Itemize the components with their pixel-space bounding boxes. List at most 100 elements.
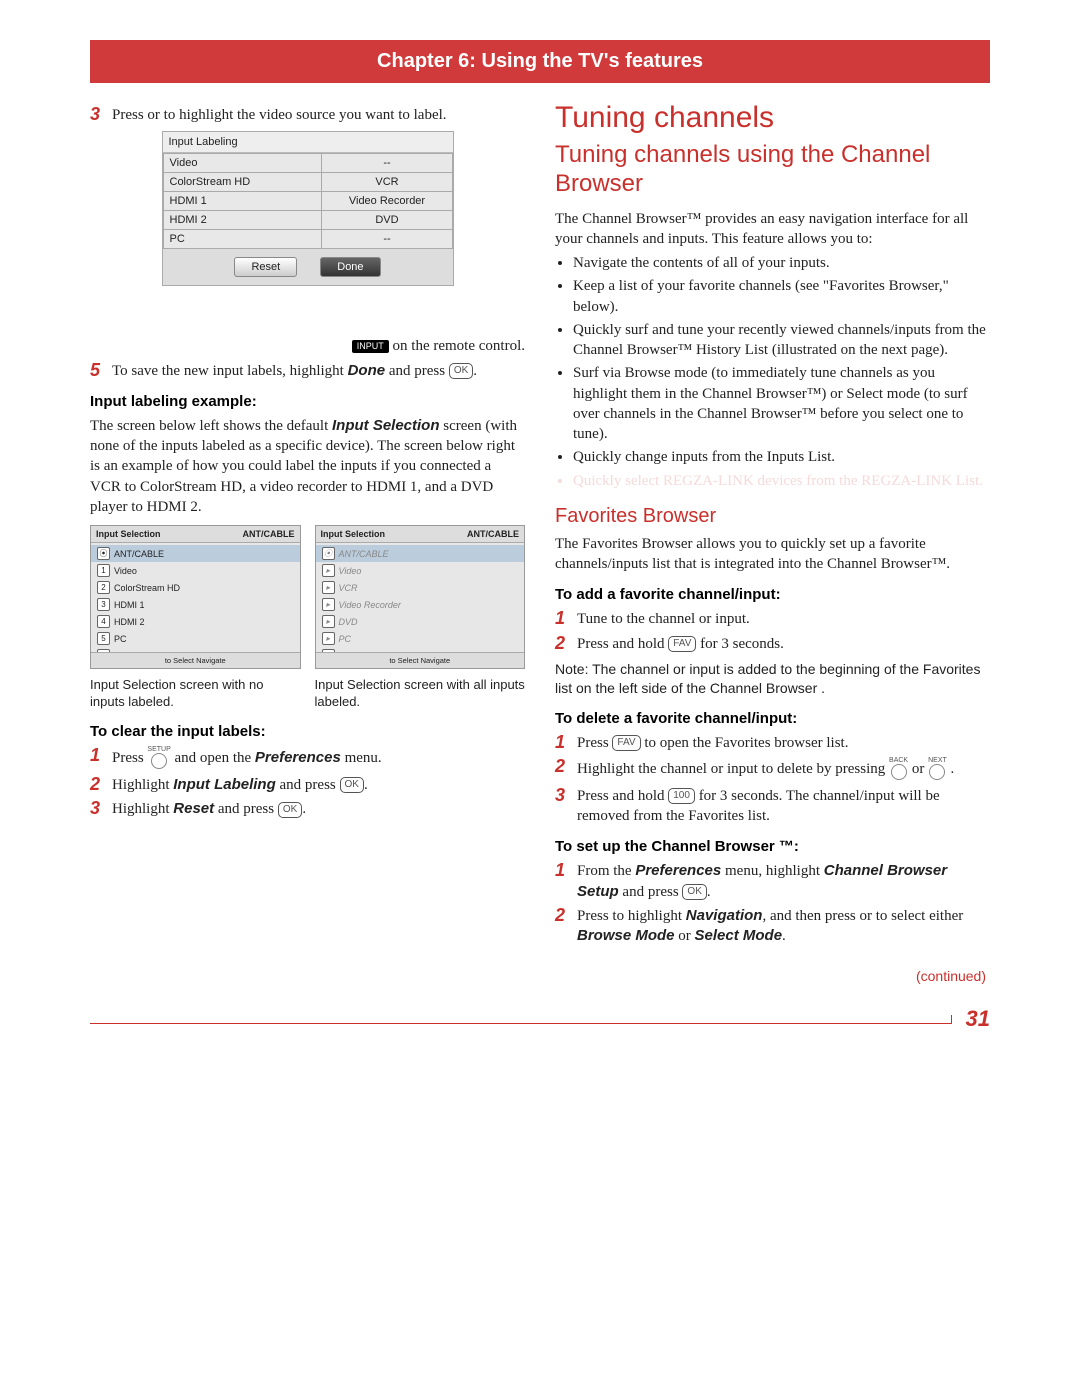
text: Highlight (112, 801, 173, 817)
text: . (782, 928, 786, 944)
input-value: -- (322, 154, 452, 173)
item-label: ColorStream HD (114, 583, 180, 593)
tuning-using-browser-heading: Tuning channels using the Channel Browse… (555, 141, 990, 199)
idx-icon: ▸ (322, 564, 335, 577)
tuning-channels-heading: Tuning channels (555, 101, 990, 135)
paragraph: The Favorites Browser allows you to quic… (555, 534, 990, 575)
item-label: Video Recorder (339, 600, 401, 610)
panel-list: ⦿ANT/CABLE 1Video 2ColorStream HD 3HDMI … (91, 543, 300, 666)
text: and press (385, 363, 449, 379)
item-label: DVD (339, 617, 358, 627)
step-number: 2 (555, 757, 577, 777)
dialog-row: ColorStream HDVCR (163, 173, 452, 192)
text: Highlight (112, 777, 173, 793)
input-value: DVD (322, 211, 452, 230)
columns: 3 Press or to highlight the video source… (90, 101, 990, 984)
idx-icon: ▸ (322, 598, 335, 611)
input-labeling-example-heading: Input labeling example: (90, 393, 525, 410)
text: Highlight the channel or input to delete… (577, 761, 889, 777)
list-item: Surf via Browse mode (to immediately tun… (573, 363, 990, 444)
input-name: HDMI 2 (163, 211, 322, 230)
caption-right: Input Selection screen with all inputs l… (315, 677, 526, 711)
panel-title: Input Selection (321, 529, 386, 539)
caption-left: Input Selection screen with no inputs la… (90, 677, 301, 711)
item-label: Video (114, 566, 137, 576)
step-3: 3 Press or to highlight the video source… (90, 105, 525, 125)
emph: Navigation (686, 907, 763, 924)
text: Press (577, 735, 612, 751)
list-item: Keep a list of your favorite channels (s… (573, 276, 990, 317)
idx-icon: ▸ (322, 615, 335, 628)
text: menu, highlight (721, 863, 824, 879)
text: From the (577, 863, 635, 879)
page-number: 31 (952, 1006, 990, 1032)
footer-rule (90, 1015, 952, 1024)
input-value: -- (322, 230, 452, 249)
continued-label: (continued) (555, 968, 990, 984)
idx-icon: 5 (97, 632, 110, 645)
input-name: Video (163, 154, 322, 173)
step-number: 1 (555, 609, 577, 629)
input-key-icon: INPUT (352, 340, 389, 353)
text: . (947, 761, 955, 777)
reset-button[interactable]: Reset (234, 257, 297, 277)
list-item: 5 PC (91, 630, 300, 647)
emph: Input Labeling (173, 776, 276, 793)
list-item: Quickly change inputs from the Inputs Li… (573, 447, 990, 467)
list-item: ▸PC (316, 630, 525, 647)
chapter-header: Chapter 6: Using the TV's features (90, 40, 990, 83)
step-text: Press and hold 100 for 3 seconds. The ch… (577, 786, 990, 827)
step-text: Press FAV to open the Favorites browser … (577, 733, 990, 753)
clear-step-3: 3 Highlight Reset and press OK. (90, 799, 525, 819)
list-item: ⦿ANT/CABLE (316, 545, 525, 562)
dialog-row: HDMI 1Video Recorder (163, 192, 452, 211)
arrow-key-icon: NEXT (928, 757, 947, 782)
input-value: VCR (322, 173, 452, 192)
text: and press (276, 777, 340, 793)
step-text: Press to highlight Navigation, and then … (577, 906, 990, 947)
item-label: PC (114, 634, 127, 644)
item-label: HDMI 1 (114, 600, 145, 610)
step-text: Highlight the channel or input to delete… (577, 757, 990, 782)
idx-icon: ▸ (322, 581, 335, 594)
emph: Preferences (255, 749, 341, 766)
step-text: Press SETUP and open the Preferences men… (112, 746, 525, 771)
text: and press (619, 884, 683, 900)
list-item: ▸Video (316, 562, 525, 579)
idx-icon: ⦿ (322, 547, 335, 560)
text: The screen below left shows the default (90, 418, 332, 434)
step-number: 3 (90, 799, 112, 819)
del-step-3: 3 Press and hold 100 for 3 seconds. The … (555, 786, 990, 827)
emph: Reset (173, 800, 214, 817)
step-text: INPUT on the remote control. (112, 336, 525, 356)
item-label: VCR (339, 583, 358, 593)
add-step-1: 1 Tune to the channel or input. (555, 609, 990, 629)
text: Press (112, 750, 147, 766)
ok-key-icon: OK (278, 802, 302, 818)
done-button[interactable]: Done (320, 257, 380, 277)
paragraph: The Channel Browser™ provides an easy na… (555, 209, 990, 250)
input-labeling-dialog: Input Labeling Video-- ColorStream HDVCR… (162, 131, 454, 286)
del-step-1: 1 Press FAV to open the Favorites browse… (555, 733, 990, 753)
step-text: Highlight Reset and press OK. (112, 799, 525, 819)
feature-list: Navigate the contents of all of your inp… (573, 253, 990, 491)
key-label: SETUP (147, 746, 170, 753)
step-text: From the Preferences menu, highlight Cha… (577, 861, 990, 902)
emph: Browse Mode (577, 927, 675, 944)
emph: Done (348, 362, 386, 379)
paragraph: The screen below left shows the default … (90, 416, 525, 517)
input-name: PC (163, 230, 322, 249)
dialog-table: Video-- ColorStream HDVCR HDMI 1Video Re… (163, 153, 453, 249)
idx-icon: ▸ (322, 632, 335, 645)
item-label: HDMI 2 (114, 617, 145, 627)
set-step-1: 1 From the Preferences menu, highlight C… (555, 861, 990, 902)
emph: Select Mode (695, 927, 783, 944)
text: Press to highlight (577, 908, 686, 924)
left-column: 3 Press or to highlight the video source… (90, 101, 525, 984)
input-name: ColorStream HD (163, 173, 322, 192)
text: on the remote control. (393, 338, 525, 354)
setup-key-icon: SETUP (147, 746, 170, 771)
dialog-row: HDMI 2DVD (163, 211, 452, 230)
step-number: 2 (555, 634, 577, 654)
list-item: 3HDMI 1 (91, 596, 300, 613)
